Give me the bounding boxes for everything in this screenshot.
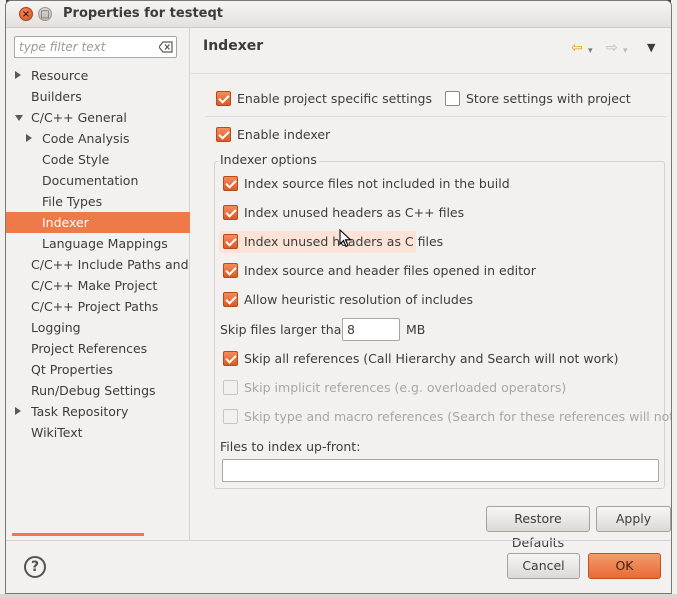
nav-item-label: C/C++ General (31, 110, 127, 125)
skip-type-macro-references-label: Skip type and macro references (Search f… (244, 409, 672, 424)
option-checkbox[interactable] (223, 263, 238, 278)
preference-navigation: Resource Builders C/C++ General Code Analys… (6, 28, 190, 540)
nav-item[interactable]: WikiText (6, 422, 190, 443)
nav-item-label: C/C++ Project Paths (31, 299, 159, 314)
store-with-project-label: Store settings with project (466, 91, 631, 106)
nav-item[interactable]: C/C++ Project Paths (6, 296, 190, 317)
background-editor-bottom (0, 594, 677, 598)
skip-all-references-label: Skip all references (Call Hierarchy and … (244, 351, 619, 366)
option-checkbox[interactable] (223, 176, 238, 191)
apply-button[interactable]: Apply (596, 506, 671, 532)
nav-item[interactable]: Documentation (6, 170, 190, 191)
view-menu-icon[interactable]: ▼ (647, 40, 655, 56)
option-checkbox[interactable] (223, 234, 238, 249)
enable-indexer-label: Enable indexer (237, 127, 331, 142)
forward-arrow-icon[interactable]: ⇨ (606, 40, 618, 56)
nav-item-label: Project References (31, 341, 148, 356)
collapsed-arrow-icon[interactable] (15, 71, 21, 79)
indexer-options-title: Indexer options (218, 152, 319, 167)
nav-item-label: C/C++ Include Paths and Symbols (31, 257, 190, 272)
title-bar: × □ Properties for testeqt (6, 1, 671, 28)
properties-dialog: × □ Properties for testeqt Resource Build… (5, 0, 672, 594)
option-label: Index source and header files opened in … (244, 263, 536, 278)
options-separator (205, 116, 666, 117)
nav-item[interactable]: File Types (6, 191, 190, 212)
nav-item[interactable]: Qt Properties (6, 359, 190, 380)
restore-defaults-button[interactable]: Restore Defaults (486, 506, 590, 550)
indexer-page: Indexer ⇦ ▾ ⇨ ▾ ▼ Enable project specifi… (191, 28, 672, 550)
filter-field[interactable] (14, 36, 177, 58)
option-checkbox[interactable] (223, 205, 238, 220)
nav-item[interactable]: Task Repository (6, 401, 190, 422)
skip-all-references-checkbox[interactable] (223, 351, 238, 366)
nav-item-label: Code Style (42, 152, 110, 167)
nav-item[interactable]: C/C++ Make Project (6, 275, 190, 296)
nav-item-label: Code Analysis (42, 131, 130, 146)
nav-item[interactable]: Language Mappings (6, 233, 190, 254)
nav-item-label: Logging (31, 320, 81, 335)
forward-dropdown-icon[interactable]: ▾ (623, 43, 628, 59)
nav-item-label: Language Mappings (42, 236, 168, 251)
enable-project-specific-checkbox[interactable] (216, 91, 231, 106)
nav-item[interactable]: C/C++ General (6, 107, 190, 128)
option-checkbox[interactable] (223, 292, 238, 307)
nav-item[interactable]: Code Analysis (6, 128, 190, 149)
option-label: Index unused headers as C++ files (244, 205, 465, 220)
nav-scrollbar[interactable] (12, 533, 144, 536)
nav-item-label: File Types (42, 194, 103, 209)
nav-item-label: C/C++ Make Project (31, 278, 158, 293)
enable-indexer-checkbox[interactable] (216, 127, 231, 142)
skip-files-unit: MB (406, 322, 426, 337)
window-title: Properties for testeqt (63, 6, 223, 21)
nav-item[interactable]: Code Style (6, 149, 190, 170)
footer-separator (6, 540, 671, 541)
mouse-cursor-icon (339, 229, 352, 248)
nav-item-label: Qt Properties (31, 362, 113, 377)
filter-input[interactable] (17, 38, 152, 56)
nav-item[interactable]: Indexer (6, 212, 190, 233)
option-label: Allow heuristic resolution of includes (244, 292, 474, 307)
skip-files-label: Skip files larger than: (220, 322, 354, 337)
ok-button[interactable]: OK (588, 553, 661, 579)
history-navigation: ⇦ ▾ ⇨ ▾ ▼ (571, 40, 663, 58)
nav-item[interactable]: Logging (6, 317, 190, 338)
cancel-button[interactable]: Cancel (507, 553, 580, 579)
option-label: Index source files not included in the b… (244, 176, 510, 191)
nav-item-label: WikiText (31, 425, 83, 440)
nav-item-label: Builders (31, 89, 82, 104)
clear-filter-icon[interactable] (159, 41, 173, 53)
back-arrow-icon[interactable]: ⇦ (571, 40, 583, 56)
files-upfront-input[interactable] (222, 459, 659, 482)
skip-files-size-input[interactable] (342, 318, 400, 341)
preference-tree: Resource Builders C/C++ General Code Analys… (6, 65, 190, 443)
collapsed-arrow-icon[interactable] (26, 134, 32, 142)
nav-item[interactable]: C/C++ Include Paths and Symbols (6, 254, 190, 275)
back-dropdown-icon[interactable]: ▾ (588, 43, 593, 59)
nav-item-label: Run/Debug Settings (31, 383, 156, 398)
expanded-arrow-icon[interactable] (15, 115, 23, 121)
close-window-icon[interactable]: × (19, 7, 33, 21)
nav-item-label: Indexer (42, 215, 89, 230)
nav-item-label: Resource (31, 68, 89, 83)
enable-project-specific-label: Enable project specific settings (237, 91, 432, 106)
header-separator (191, 73, 671, 74)
nav-item-label: Task Repository (31, 404, 129, 419)
page-title: Indexer (203, 38, 264, 54)
nav-item[interactable]: Resource (6, 65, 190, 86)
files-upfront-label: Files to index up-front: (220, 439, 361, 454)
maximize-window-icon[interactable]: □ (38, 7, 52, 21)
skip-implicit-references-label: Skip implicit references (e.g. overloade… (244, 380, 567, 395)
nav-item-label: Documentation (42, 173, 139, 188)
collapsed-arrow-icon[interactable] (15, 407, 21, 415)
skip-type-macro-references-checkbox[interactable] (223, 409, 238, 424)
nav-item[interactable]: Run/Debug Settings (6, 380, 190, 401)
store-with-project-checkbox[interactable] (445, 91, 460, 106)
nav-item[interactable]: Builders (6, 86, 190, 107)
skip-implicit-references-checkbox[interactable] (223, 380, 238, 395)
nav-item[interactable]: Project References (6, 338, 190, 359)
help-icon[interactable]: ? (24, 556, 46, 578)
